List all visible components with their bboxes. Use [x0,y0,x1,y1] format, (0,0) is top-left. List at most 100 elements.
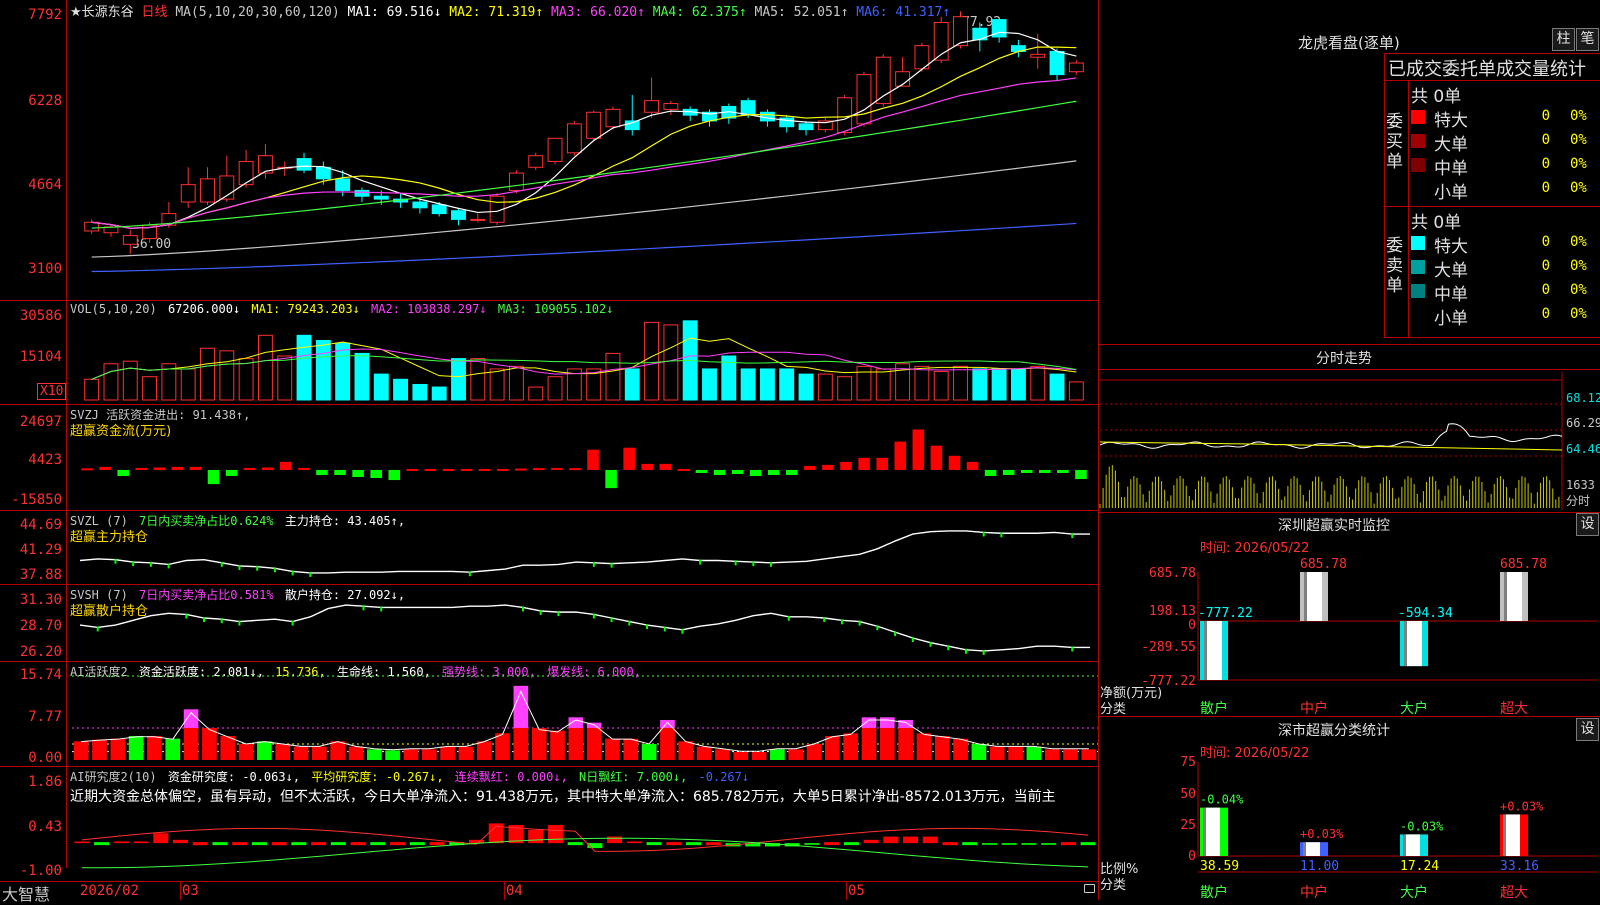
volume-bar [451,358,466,401]
research-bar [429,842,445,846]
research-bar [370,842,386,846]
activity-bar [898,727,913,760]
fund-flow-bar [605,469,617,489]
classify-bar-shine-2 [1306,842,1320,856]
classify-value-3: 17.24 [1400,859,1439,874]
activity-bar [1008,746,1023,760]
sell-row-2-name: 大单 [1434,261,1468,281]
activity-bar [660,727,675,760]
candle-body [856,74,872,125]
research-bar [74,841,90,844]
research-bar [1080,842,1096,846]
activity-bar [458,746,474,760]
intraday-vol-label: 1633 [1566,478,1595,492]
research-bar [291,842,307,846]
monitor-settings-button[interactable]: 设 [1576,513,1599,536]
dragon-title: 龙虎看盘(逐单) [1298,34,1400,52]
candle-body [200,178,215,203]
activity-bar [641,743,657,760]
sell-row-4-name: 小单 [1434,309,1468,329]
bar-view-button[interactable]: 柱 [1552,28,1575,51]
research-bar [686,842,702,846]
activity-bar [183,727,199,760]
activity-bar [476,741,492,760]
volume-bar [605,352,621,401]
activity-bar [92,739,107,760]
volume-bar [103,363,119,401]
classify-bar-shine-3 [1406,834,1420,856]
fund-flow-bar [749,469,762,477]
candle-body [412,201,428,209]
fund-flow-bar [478,468,491,471]
monitor-axis-sub: 分类 [1100,702,1127,717]
candle-body [1049,50,1065,76]
volume-bar [875,368,891,401]
activity-bar [165,738,181,760]
pen-view-button[interactable]: 笔 [1576,28,1599,51]
fund-flow-bar [189,466,202,470]
volume-bar [296,334,312,401]
fund-flow-bar [207,469,220,485]
research-bar [330,842,346,846]
buy-row-4-name: 小单 [1434,183,1468,203]
research-bar [390,842,406,846]
monitor-bar-3 [1400,621,1428,667]
activity-bar [751,751,767,760]
candle-body [740,100,756,116]
research-bar [1060,842,1076,846]
candle-body [315,166,331,180]
classify-cat-2: 中户 [1300,885,1328,901]
volume-bar [856,365,872,401]
fund-flow-bar [171,466,184,470]
research-bar [843,842,859,846]
activity-bar [605,738,620,760]
fund-flow-bar [930,445,943,470]
intraday-label-1: 68.12 [1566,391,1600,405]
activity-bar [110,738,126,760]
fund-flow-bar [551,467,563,470]
sell-row-3-name: 中单 [1434,285,1468,305]
sell-row-3-value: 0 [1541,282,1550,298]
activity-bar [770,749,785,760]
fund-flow-bar [822,464,834,470]
fund-flow-bar [659,463,672,470]
volume-bar [740,368,756,401]
sell-row-1-value: 0 [1541,234,1550,250]
fund-flow-bar [117,469,129,477]
buy-sell-divider [1384,206,1600,207]
research-bar [962,842,978,846]
activity-bar [330,741,345,760]
candle-body [528,155,544,168]
candle-body [1068,62,1084,73]
classify-settings-button[interactable]: 设 [1576,718,1599,741]
sell-row-4-pct: 0% [1570,306,1587,322]
activity-bar [275,743,291,760]
volume-bar [315,339,331,401]
sell-row-4-value: 0 [1541,306,1550,322]
research-bar [173,839,189,844]
monitor-value-4: 685.78 [1500,557,1547,572]
classify-bar-shade-3 [1403,834,1406,856]
sell-row-1-swatch [1411,236,1425,250]
activity-bar [513,727,529,760]
buy-side-label: 委买单 [1386,112,1403,172]
classify-cat-4: 超大 [1500,885,1528,901]
sell-row-1-name: 特大 [1434,237,1468,257]
activity-bar [73,741,89,760]
intraday-label-3: 64.46 [1566,442,1600,456]
activity-bar-burst [660,719,675,728]
activity-bar [128,735,144,760]
activity-bar-burst [898,719,913,728]
volume-bar [257,334,273,401]
activity-bar [403,749,419,760]
activity-bar [257,741,272,760]
fund-flow-bar [388,469,401,481]
candle-body [431,204,447,215]
research-bar [212,842,228,846]
fund-flow-bar [406,468,419,471]
fund-flow-bar [1002,469,1015,476]
activity-bar [989,746,1005,760]
research-bar [883,836,899,844]
buy-row-2-name: 大单 [1434,135,1468,155]
activity-bar-burst [861,717,877,728]
